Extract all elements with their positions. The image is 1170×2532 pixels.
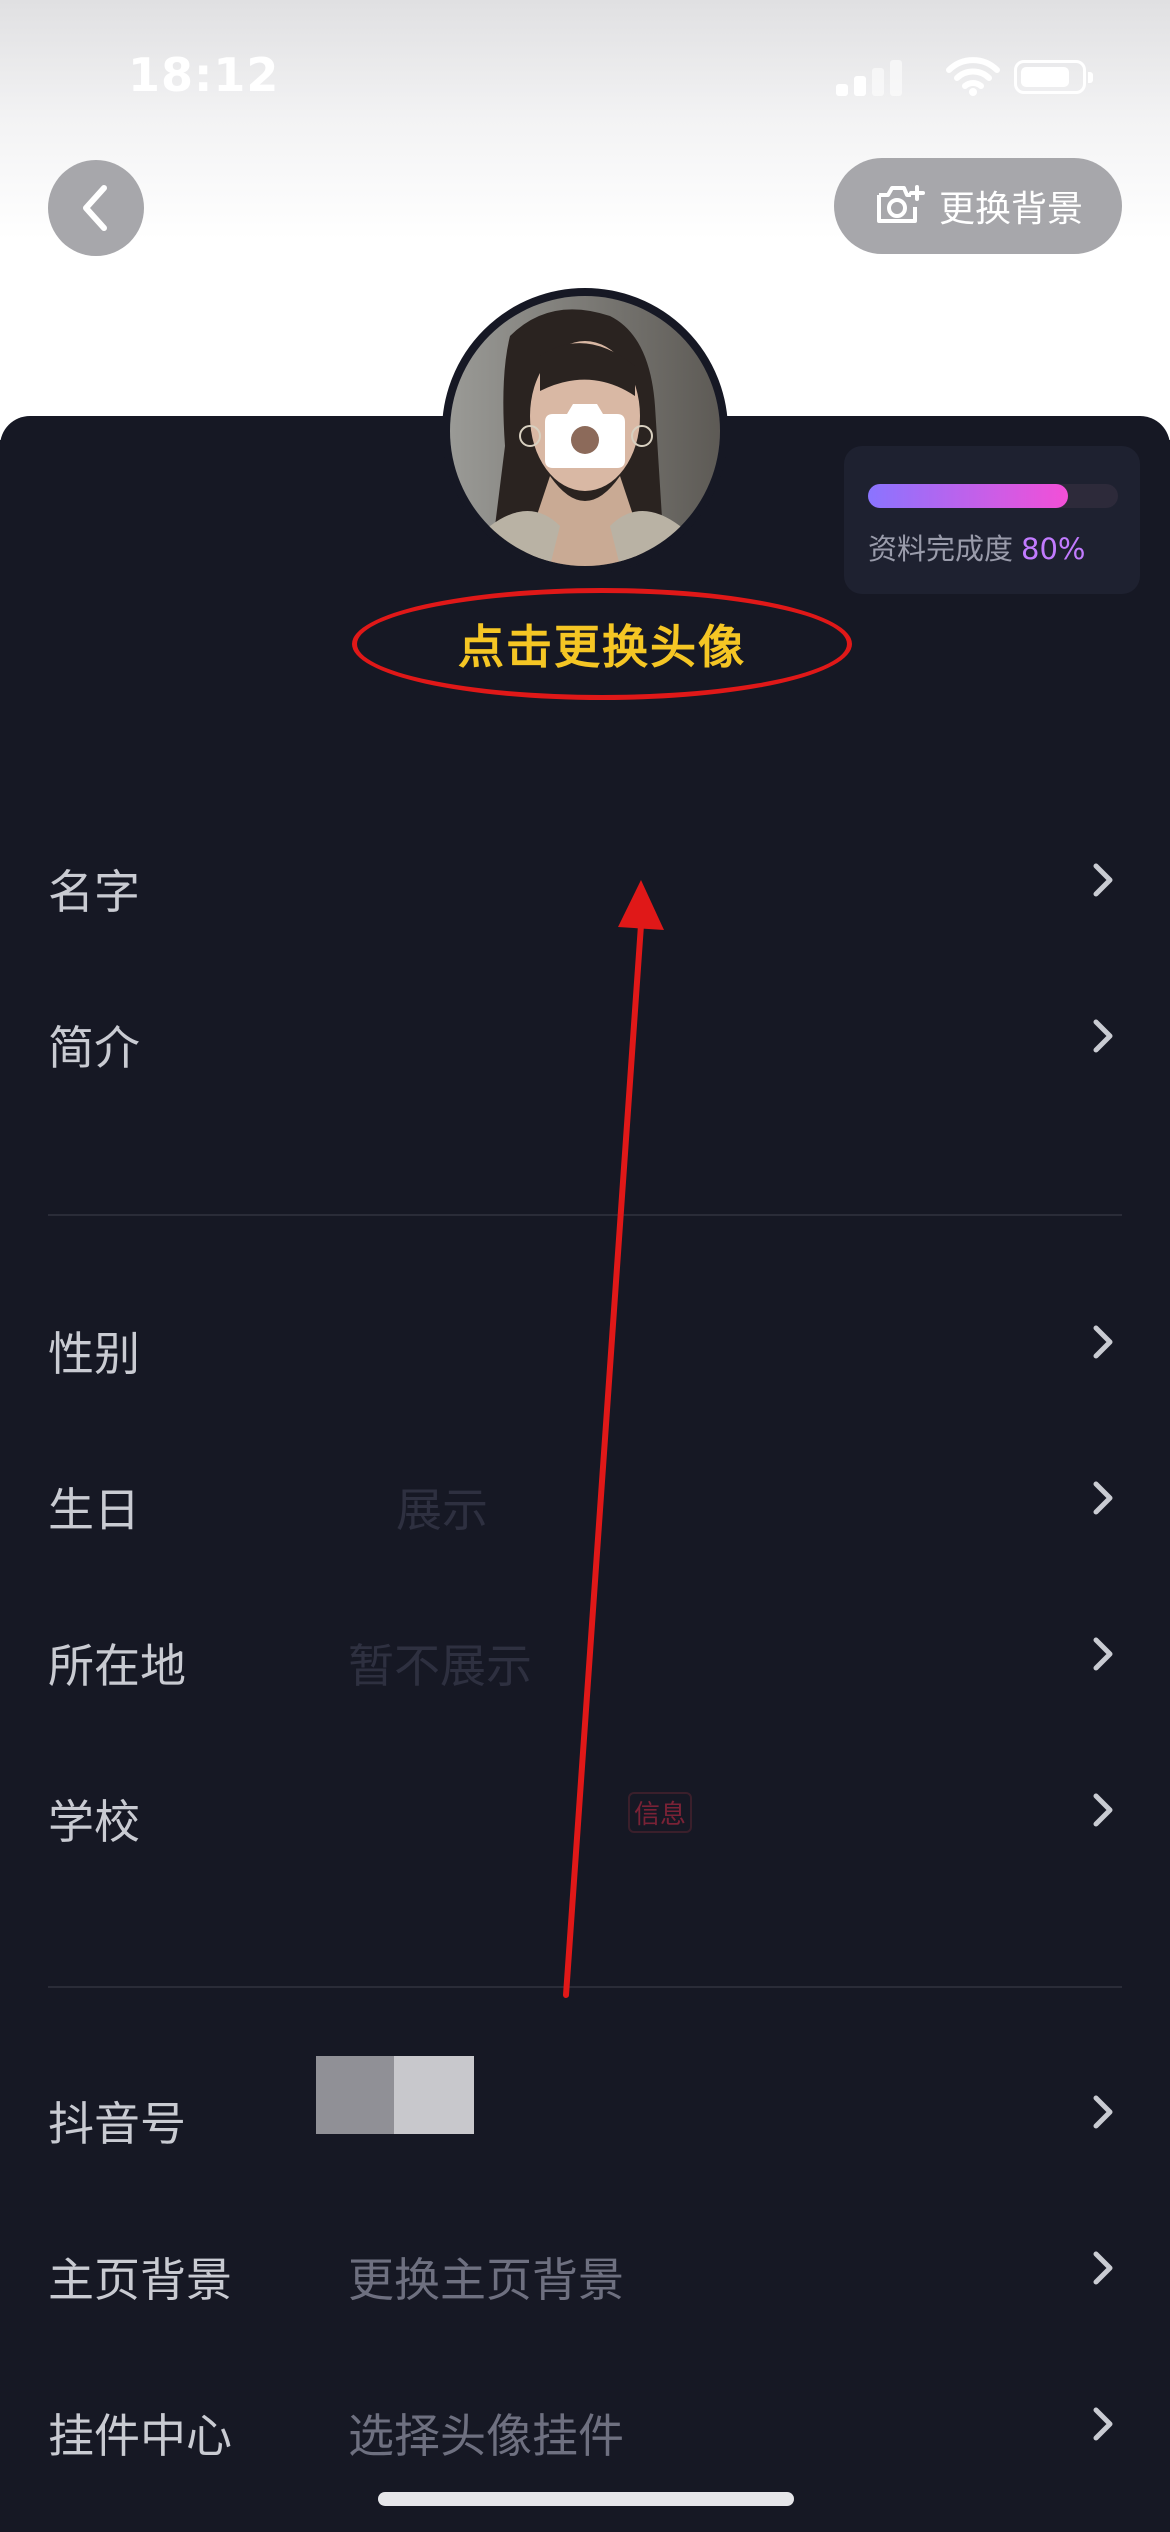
change-avatar-annotation[interactable]: 点击更换头像: [352, 588, 852, 700]
chevron-right-icon: [1093, 1637, 1113, 1671]
chevron-left-icon: [83, 185, 107, 231]
status-icons: [836, 56, 1096, 96]
change-avatar-label: 点击更换头像: [458, 620, 746, 674]
status-time: 18:12: [128, 48, 280, 102]
row-home-background[interactable]: 主页背景 更换主页背景: [0, 2208, 1170, 2328]
row-birthday-label: 生日: [48, 1483, 140, 1537]
row-birthday[interactable]: 生日 展示: [0, 1438, 1170, 1558]
row-bio-label: 简介: [48, 1021, 140, 1075]
chevron-right-icon: [1093, 1481, 1113, 1515]
chevron-right-icon: [1093, 863, 1113, 897]
chevron-right-icon: [1093, 2407, 1113, 2441]
home-indicator: [378, 2492, 794, 2506]
completion-percent: 80%: [1021, 532, 1086, 566]
chevron-right-icon: [1093, 1793, 1113, 1827]
row-gender-label: 性别: [48, 1327, 140, 1381]
row-location-value: 暂不展示: [348, 1639, 532, 1693]
battery-icon: [1014, 60, 1093, 94]
row-home-background-value: 更换主页背景: [348, 2253, 624, 2307]
row-location-label: 所在地: [48, 1639, 186, 1693]
signal-bar-icon: [854, 76, 866, 96]
chevron-right-icon: [1093, 2251, 1113, 2285]
completion-progress-fill: [868, 484, 1068, 508]
change-background-label: 更换背景: [938, 189, 1083, 230]
divider: [48, 1986, 1122, 1988]
completion-label: 资料完成度: [868, 532, 1014, 566]
school-info-tag: 信息: [628, 1792, 693, 1833]
douyin-id-redaction: [316, 2056, 474, 2134]
signal-bar-icon: [890, 60, 902, 96]
camera-icon[interactable]: [543, 400, 627, 470]
profile-completion-card[interactable]: 资料完成度 80%: [844, 446, 1140, 594]
row-pendant-center[interactable]: 挂件中心 选择头像挂件: [0, 2364, 1170, 2484]
completion-progress-bar: [868, 484, 1118, 508]
signal-bar-icon: [836, 84, 848, 96]
row-school-label: 学校: [48, 1795, 140, 1849]
divider: [48, 1214, 1122, 1216]
row-name-label: 名字: [48, 865, 140, 919]
row-home-background-label: 主页背景: [48, 2253, 232, 2307]
row-douyin-id-label: 抖音号: [48, 2097, 186, 2151]
row-name[interactable]: 名字: [0, 820, 1170, 940]
row-pendant-center-label: 挂件中心: [48, 2409, 232, 2463]
row-douyin-id[interactable]: 抖音号: [0, 2052, 1170, 2172]
chevron-right-icon: [1093, 1019, 1113, 1053]
chevron-right-icon: [1093, 1325, 1113, 1359]
completion-text: 资料完成度 80%: [868, 526, 1085, 568]
chevron-right-icon: [1093, 2095, 1113, 2129]
change-background-button[interactable]: 更换背景: [834, 158, 1122, 254]
row-bio[interactable]: 简介: [0, 976, 1170, 1096]
row-school[interactable]: 学校 信息: [0, 1750, 1170, 1870]
back-button[interactable]: [48, 160, 144, 256]
wifi-icon: [946, 57, 1000, 96]
row-location[interactable]: 所在地 暂不展示: [0, 1594, 1170, 1714]
signal-bar-icon: [872, 68, 884, 96]
row-birthday-value: 展示: [396, 1483, 488, 1537]
row-pendant-center-value: 选择头像挂件: [348, 2409, 624, 2463]
row-gender[interactable]: 性别: [0, 1282, 1170, 1402]
camera-plus-icon: [876, 185, 925, 223]
